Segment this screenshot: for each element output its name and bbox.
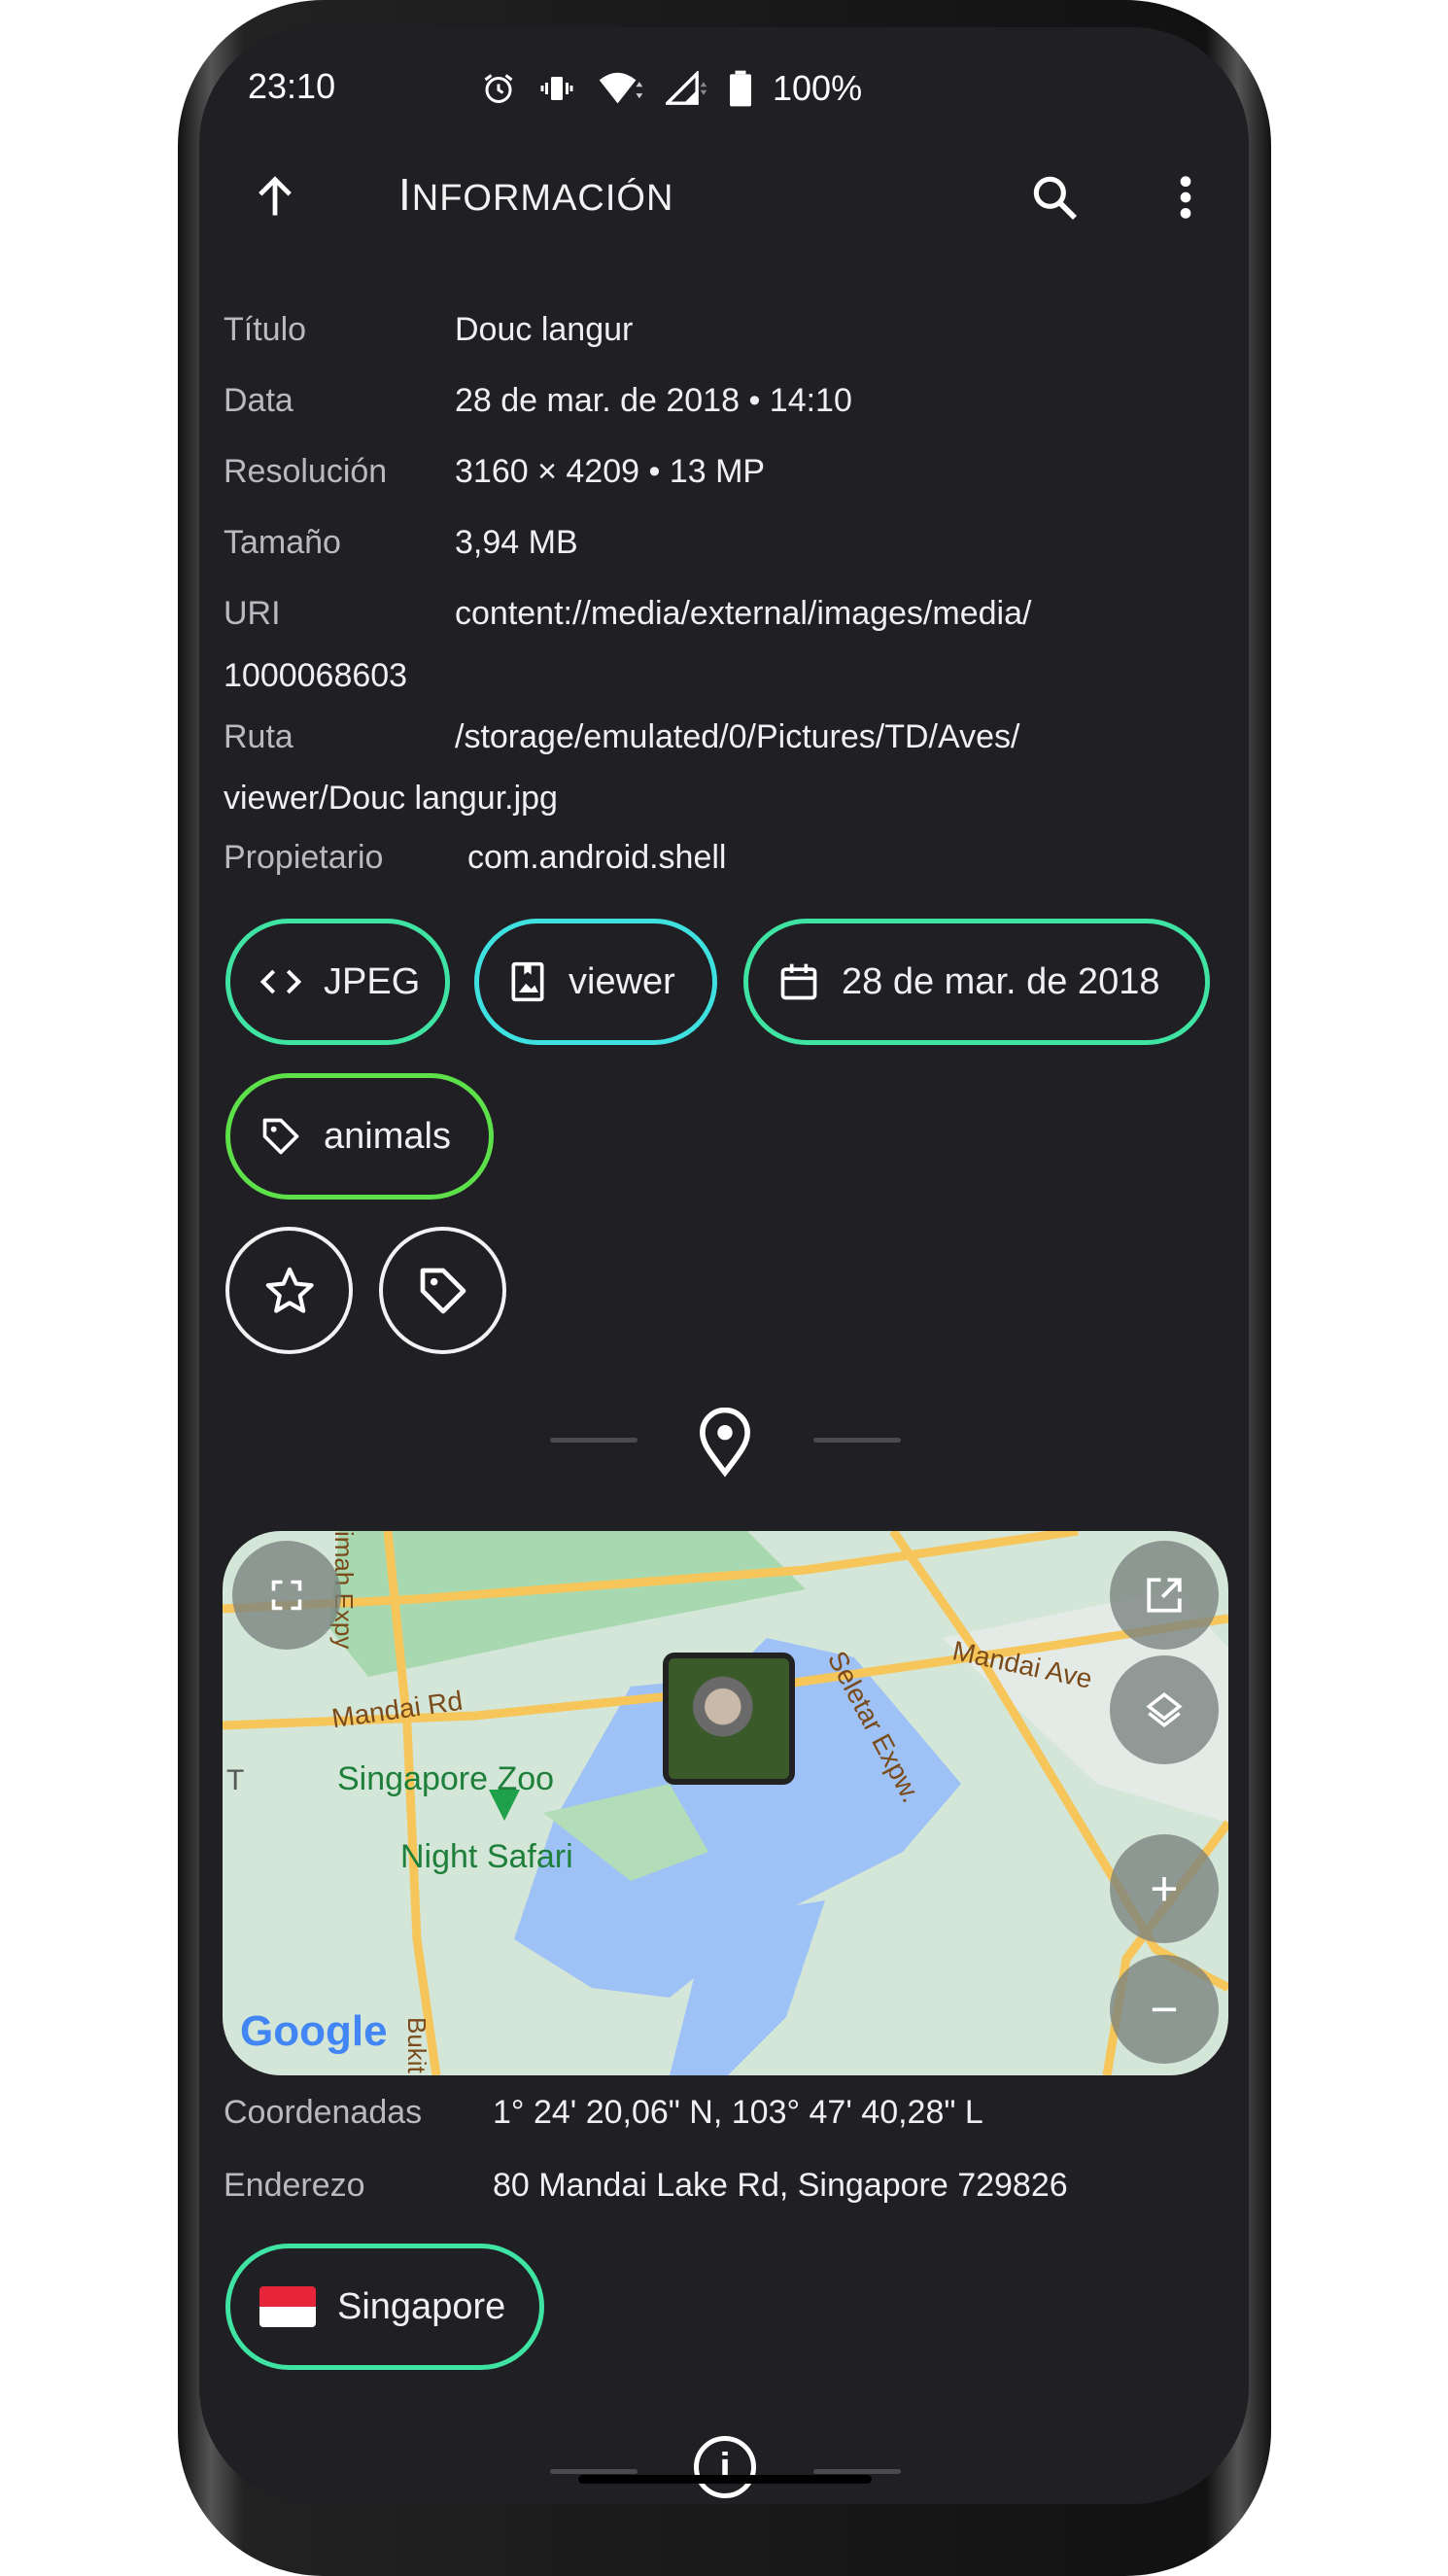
chip-country[interactable]: Singapore bbox=[225, 2244, 544, 2370]
open-map-button[interactable] bbox=[1110, 1541, 1219, 1650]
owner-value: com.android.shell bbox=[467, 839, 727, 876]
wifi-icon bbox=[599, 72, 643, 104]
uri-label: URI bbox=[224, 595, 281, 632]
coords-label: Coordenadas bbox=[224, 2094, 423, 2131]
code-icon bbox=[259, 969, 302, 994]
title-label: Título bbox=[224, 311, 307, 348]
map-label: Night Safari bbox=[400, 1838, 573, 1875]
address-value: 80 Mandai Lake Rd, Singapore 729826 bbox=[493, 2167, 1068, 2204]
divider-line bbox=[813, 1438, 901, 1443]
tag-icon bbox=[262, 1118, 299, 1155]
tag-icon bbox=[420, 1268, 465, 1313]
battery-percent: 100% bbox=[773, 68, 863, 108]
calendar-icon bbox=[780, 963, 817, 1000]
vibrate-icon bbox=[540, 77, 573, 100]
status-icons: 100% bbox=[481, 68, 862, 109]
arrow-up-icon[interactable] bbox=[250, 171, 300, 222]
fullscreen-button[interactable] bbox=[232, 1541, 341, 1650]
map-tiles bbox=[223, 1531, 1228, 2075]
singapore-flag-icon bbox=[259, 2286, 316, 2327]
chip-label: Singapore bbox=[337, 2285, 506, 2327]
chip-label: 28 de mar. de 2018 bbox=[842, 960, 1160, 1002]
chip-label: animals bbox=[324, 1115, 451, 1157]
uri-value: content://media/external/images/media/ bbox=[455, 595, 1032, 632]
chip-album[interactable]: viewer bbox=[474, 919, 717, 1045]
search-icon[interactable] bbox=[1027, 170, 1082, 225]
page-title: INFORMACIÓN bbox=[398, 169, 674, 220]
divider-line bbox=[813, 2469, 901, 2474]
google-attribution: Google bbox=[240, 2007, 388, 2055]
status-time: 23:10 bbox=[248, 66, 336, 106]
alarm-icon bbox=[484, 74, 513, 103]
chip-tag[interactable]: animals bbox=[225, 1073, 494, 1200]
address-label: Enderezo bbox=[224, 2167, 365, 2204]
location-pin-icon bbox=[700, 1408, 750, 1478]
coords-value: 1° 24' 20,06" N, 103° 47' 40,28" L bbox=[493, 2094, 983, 2131]
size-value: 3,94 MB bbox=[455, 524, 578, 561]
info-icon: i bbox=[694, 2436, 756, 2498]
photo-marker[interactable] bbox=[663, 1653, 795, 1785]
fullscreen-icon bbox=[271, 1580, 302, 1611]
chip-date[interactable]: 28 de mar. de 2018 bbox=[743, 919, 1210, 1045]
chip-label: viewer bbox=[569, 960, 675, 1002]
favorite-button[interactable] bbox=[225, 1227, 353, 1354]
divider-line bbox=[550, 1438, 638, 1443]
map-layers-button[interactable] bbox=[1110, 1655, 1219, 1764]
signal-icon bbox=[666, 71, 707, 105]
resolution-value: 3160 × 4209 • 13 MP bbox=[455, 453, 766, 490]
plus-icon: + bbox=[1150, 1862, 1179, 1916]
size-label: Tamaño bbox=[224, 524, 341, 561]
map-label: T bbox=[226, 1764, 245, 1796]
map-label: Bukit bbox=[402, 2017, 431, 2073]
path-value-cont: viewer/Douc langur.jpg bbox=[224, 780, 558, 817]
album-icon bbox=[511, 961, 544, 1002]
map-preview[interactable]: Mandai Rd Singapore Zoo Night Safari Sel… bbox=[223, 1531, 1228, 2075]
chip-label: JPEG bbox=[324, 960, 421, 1002]
title-value: Douc langur bbox=[455, 311, 634, 348]
minus-icon: − bbox=[1150, 1982, 1179, 2036]
date-label: Data bbox=[224, 382, 293, 419]
path-value: /storage/emulated/0/Pictures/TD/Aves/ bbox=[455, 718, 1020, 755]
more-vert-icon[interactable] bbox=[1168, 170, 1203, 225]
zoom-out-button[interactable]: − bbox=[1110, 1955, 1219, 2064]
divider-line bbox=[550, 2469, 638, 2474]
edit-tags-button[interactable] bbox=[379, 1227, 506, 1354]
layers-icon bbox=[1146, 1692, 1183, 1727]
resolution-label: Resolución bbox=[224, 453, 388, 490]
owner-label: Propietario bbox=[224, 839, 384, 876]
zoom-in-button[interactable]: + bbox=[1110, 1834, 1219, 1943]
map-pin-icon bbox=[489, 1790, 520, 1821]
open-external-icon bbox=[1147, 1578, 1182, 1613]
photo-thumbnail bbox=[669, 1658, 789, 1779]
screen: 23:10 100% INFORMACIÓN Título Douc langu… bbox=[199, 27, 1249, 2504]
date-value: 28 de mar. de 2018 • 14:10 bbox=[455, 382, 852, 419]
gesture-nav-bar[interactable] bbox=[578, 2475, 872, 2484]
battery-icon bbox=[730, 70, 751, 107]
path-label: Ruta bbox=[224, 718, 293, 755]
star-icon bbox=[265, 1267, 314, 1313]
chip-format[interactable]: JPEG bbox=[225, 919, 450, 1045]
uri-value-cont: 1000068603 bbox=[224, 657, 408, 694]
